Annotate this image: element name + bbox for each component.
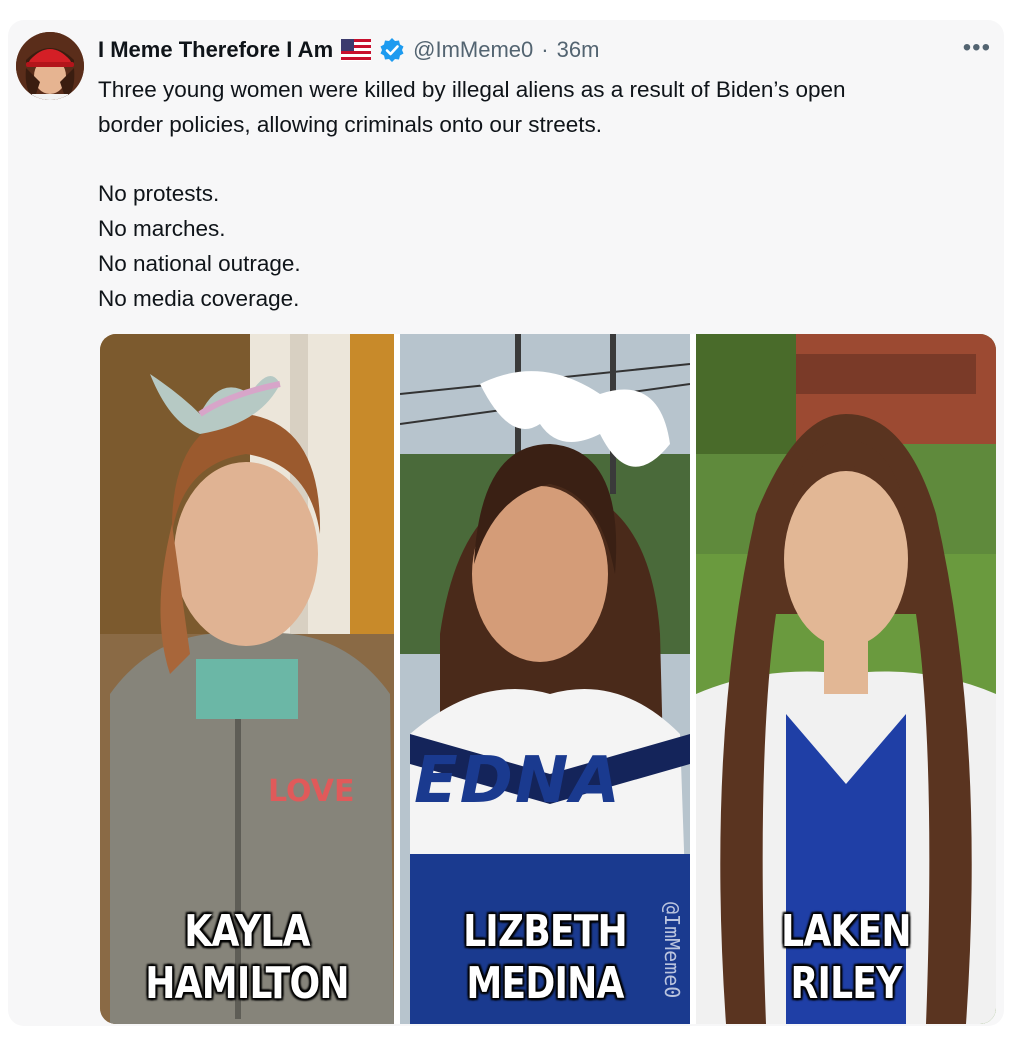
tweet-text-line: Three young women were killed by illegal… <box>98 77 846 102</box>
caption-last-name: RILEY <box>790 958 903 1009</box>
media-panel-kayla: LOVE KAYLA HAMILTON <box>100 334 394 1024</box>
avatar[interactable] <box>16 32 84 100</box>
verified-badge-icon <box>380 38 404 62</box>
tweet-text-line: No national outrage. <box>98 251 301 276</box>
media-panel-lizbeth: EDNA @ImMeme0 LIZBETH MEDINA <box>400 334 690 1024</box>
shirt-print-love: LOVE <box>268 774 355 809</box>
tweet-header: I Meme Therefore I Am @ImMeme0 · 36m <box>98 34 599 66</box>
caption-last-name: MEDINA <box>466 958 624 1009</box>
caption-first-name: LAKEN <box>781 906 911 957</box>
caption-first-name: LIZBETH <box>463 906 628 957</box>
caption-last-name: HAMILTON <box>145 958 349 1009</box>
caption-laken-riley: LAKEN RILEY <box>723 906 969 1010</box>
us-flag-icon <box>341 39 372 61</box>
tweet-text: Three young women were killed by illegal… <box>98 72 988 316</box>
caption-first-name: KAYLA <box>184 906 310 957</box>
tweet-text-line: No media coverage. <box>98 286 300 311</box>
display-name[interactable]: I Meme Therefore I Am <box>98 37 333 63</box>
more-options-icon[interactable]: ••• <box>963 34 991 62</box>
caption-lizbeth-medina: LIZBETH MEDINA <box>426 906 664 1010</box>
caption-kayla-hamilton: KAYLA HAMILTON <box>126 906 367 1010</box>
tweet-text-line: No marches. <box>98 216 226 241</box>
tweet-text-line: border policies, allowing criminals onto… <box>98 112 602 137</box>
tweet-media-image[interactable]: LOVE KAYLA HAMILTON EDNA @ImMeme0 LIZBET… <box>100 334 996 1024</box>
user-handle[interactable]: @ImMeme0 <box>413 37 533 63</box>
avatar-image <box>16 32 84 100</box>
media-panel-laken: LAKEN RILEY <box>696 334 996 1024</box>
tweet-timestamp[interactable]: 36m <box>557 37 600 63</box>
shirt-print-edna: EDNA <box>414 744 622 818</box>
tweet-text-line: No protests. <box>98 181 220 206</box>
separator-dot: · <box>541 37 549 62</box>
